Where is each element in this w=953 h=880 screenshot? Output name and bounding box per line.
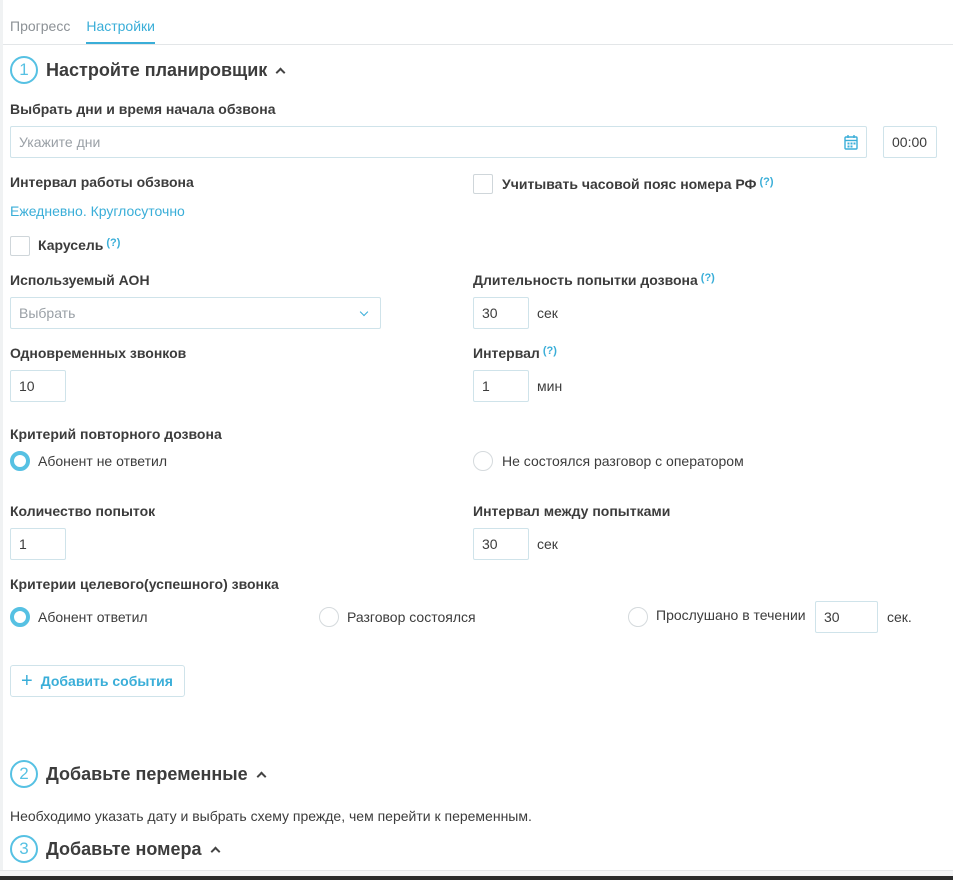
retry-radio-no-answer[interactable] xyxy=(10,451,30,471)
timezone-checkbox[interactable] xyxy=(473,174,493,194)
step-title-2: Добавьте переменные xyxy=(46,763,248,784)
work-interval-label: Интервал работы обзвона xyxy=(10,174,194,190)
simultaneous-label: Одновременных звонков xyxy=(10,345,187,361)
step-number-1: 1 xyxy=(10,56,38,84)
start-time-input[interactable]: 00:00 xyxy=(883,126,937,158)
window-bottom-border xyxy=(0,876,953,880)
schedule-label: Выбрать дни и время начала обзвона xyxy=(10,101,276,117)
timezone-label: Учитывать часовой пояс номера РФ xyxy=(502,176,757,192)
duration-label: Длительность попытки дозвона xyxy=(473,272,698,288)
retry-option-no-operator[interactable]: Не состоялся разговор с оператором xyxy=(502,453,744,469)
timezone-help-icon[interactable]: (?) xyxy=(760,176,774,188)
days-placeholder: Укажите дни xyxy=(19,134,101,150)
listen-duration-unit: сек. xyxy=(887,609,912,625)
success-option-conversation[interactable]: Разговор состоялся xyxy=(347,609,476,625)
success-label: Критерии целевого(успешного) звонка xyxy=(10,576,279,592)
carousel-help-icon[interactable]: (?) xyxy=(106,237,120,249)
timezone-label-wrap: Учитывать часовой пояс номера РФ (?) xyxy=(502,176,774,192)
aon-placeholder: Выбрать xyxy=(19,305,76,321)
interval-help-icon[interactable]: (?) xyxy=(543,345,557,357)
aon-select[interactable]: Выбрать xyxy=(10,297,381,329)
attempts-input[interactable]: 1 xyxy=(10,528,66,560)
duration-help-icon[interactable]: (?) xyxy=(701,272,715,284)
retry-radio-no-operator[interactable] xyxy=(473,451,493,471)
chevron-up-icon[interactable] xyxy=(256,771,267,781)
step-title-1: Настройте планировщик xyxy=(46,59,268,80)
attempt-interval-label: Интервал между попытками xyxy=(473,503,671,519)
attempt-interval-input[interactable]: 30 xyxy=(473,528,529,560)
success-option-listened[interactable]: Прослушано в течении xyxy=(656,607,806,623)
attempt-interval-unit: сек xyxy=(537,536,558,552)
interval-label: Интервал xyxy=(473,345,540,361)
tab-bar: Прогресс Настройки xyxy=(10,18,155,44)
step-2-header[interactable]: 2 Добавьте переменные xyxy=(10,760,267,788)
carousel-checkbox[interactable] xyxy=(10,236,30,256)
tab-progress[interactable]: Прогресс xyxy=(10,18,70,44)
duration-unit: сек xyxy=(537,305,558,321)
tab-divider xyxy=(3,44,953,45)
carousel-label-wrap: Карусель (?) xyxy=(38,237,120,253)
retry-option-no-answer[interactable]: Абонент не ответил xyxy=(38,453,167,469)
step-3-header[interactable]: 3 Добавьте номера xyxy=(10,835,220,863)
interval-unit: мин xyxy=(537,378,563,394)
chevron-down-icon xyxy=(359,307,369,317)
carousel-label: Карусель xyxy=(38,237,104,253)
retry-label: Критерий повторного дозвона xyxy=(10,426,222,442)
add-events-label: Добавить события xyxy=(40,673,173,689)
listen-duration-input[interactable]: 30 xyxy=(815,601,878,633)
interval-label-wrap: Интервал (?) xyxy=(473,345,557,361)
success-radio-answered[interactable] xyxy=(10,607,30,627)
calendar-icon[interactable] xyxy=(844,134,858,150)
attempts-label: Количество попыток xyxy=(10,503,156,519)
chevron-up-icon[interactable] xyxy=(275,67,286,77)
aon-label: Используемый АОН xyxy=(10,272,150,288)
duration-input[interactable]: 30 xyxy=(473,297,529,329)
success-radio-conversation[interactable] xyxy=(319,607,339,627)
plus-icon: + xyxy=(21,670,33,692)
step-number-3: 3 xyxy=(10,835,38,863)
add-events-button[interactable]: + Добавить события xyxy=(10,665,185,697)
success-option-answered[interactable]: Абонент ответил xyxy=(38,609,148,625)
tab-settings[interactable]: Настройки xyxy=(86,18,155,44)
duration-label-wrap: Длительность попытки дозвона (?) xyxy=(473,272,715,288)
step-title-3: Добавьте номера xyxy=(46,838,202,859)
step-number-2: 2 xyxy=(10,760,38,788)
variables-note: Необходимо указать дату и выбрать схему … xyxy=(10,808,532,824)
days-input[interactable]: Укажите дни xyxy=(10,126,867,158)
interval-input[interactable]: 1 xyxy=(473,370,529,402)
step-1-header[interactable]: 1 Настройте планировщик xyxy=(10,56,286,84)
chevron-up-icon[interactable] xyxy=(210,846,220,856)
simultaneous-input[interactable]: 10 xyxy=(10,370,66,402)
success-radio-listened[interactable] xyxy=(628,607,648,627)
work-interval-link[interactable]: Ежедневно. Круглосуточно xyxy=(10,203,185,219)
